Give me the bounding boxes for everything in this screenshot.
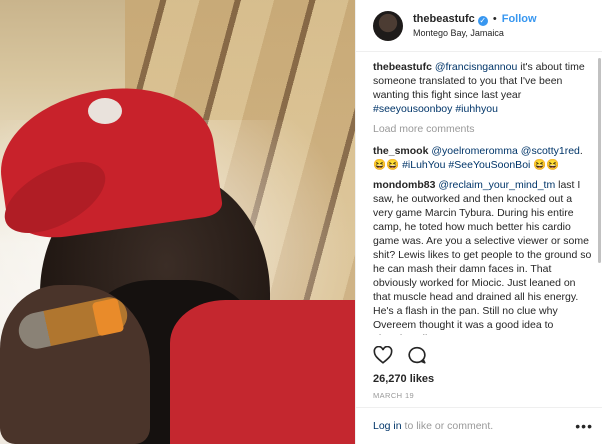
list-item: mondomb83 @reclaim_your_mind_tm last I s…	[373, 178, 593, 335]
post-side-panel: thebeastufc ✓ • Follow Montego Bay, Jamai…	[355, 0, 602, 444]
verified-badge-icon: ✓	[477, 15, 488, 26]
cap-logo	[88, 98, 122, 124]
comment-mention[interactable]: @reclaim_your_mind_tm	[438, 179, 555, 191]
avatar[interactable]	[373, 10, 403, 41]
post-header: thebeastufc ✓ • Follow Montego Bay, Jamai…	[356, 0, 602, 52]
caption-hashtags[interactable]: #seeyousoonboy #iuhhyou	[373, 103, 498, 115]
caption-mention[interactable]: @francisngannou	[435, 61, 517, 73]
red-shirt	[170, 300, 355, 444]
login-prompt-text: to like or comment.	[401, 420, 494, 432]
load-more-comments-button[interactable]: Load more comments	[373, 122, 593, 136]
post-photo[interactable]	[0, 0, 355, 444]
login-prompt: Log in to like or comment.	[373, 420, 493, 432]
comment-hashtag[interactable]: #iLuhYou	[402, 159, 445, 171]
comment-username[interactable]: mondomb83	[373, 179, 435, 191]
post-date: MARCH 19	[373, 391, 415, 400]
comment-mention[interactable]: @scotty1red	[521, 145, 580, 157]
comments-list[interactable]: thebeastufc @francisngannou it's about t…	[373, 60, 593, 335]
list-item: the_smook @yoelromeromma @scotty1red. 😆😆…	[373, 144, 593, 172]
action-bar	[373, 345, 427, 367]
comment-username[interactable]: the_smook	[373, 145, 428, 157]
header-text: thebeastufc ✓ • Follow Montego Bay, Jamai…	[413, 12, 537, 40]
more-options-icon[interactable]: •••	[575, 418, 593, 434]
comment-hashtag[interactable]: #SeeYouSoonBoi	[448, 159, 530, 171]
comment-text: 😆😆	[530, 159, 560, 171]
follow-button[interactable]: Follow	[502, 13, 537, 25]
location-link[interactable]: Montego Bay, Jamaica	[413, 26, 537, 40]
comment-mention[interactable]: @yoelromeromma	[431, 145, 518, 157]
like-heart-icon[interactable]	[373, 345, 393, 367]
separator-dot: •	[492, 12, 497, 25]
login-link[interactable]: Log in	[373, 420, 402, 432]
caption: thebeastufc @francisngannou it's about t…	[373, 60, 593, 116]
comments-scrollbar[interactable]	[597, 58, 601, 338]
likes-count[interactable]: 26,270 likes	[373, 373, 434, 385]
scrollbar-thumb[interactable]	[598, 58, 601, 263]
post-footer: Log in to like or comment. •••	[356, 407, 602, 444]
comment-bubble-icon[interactable]	[407, 346, 427, 367]
header-username[interactable]: thebeastufc	[413, 13, 475, 25]
caption-username[interactable]: thebeastufc	[373, 61, 432, 73]
comment-text: last I saw, he outworked and then knocke…	[373, 179, 592, 335]
